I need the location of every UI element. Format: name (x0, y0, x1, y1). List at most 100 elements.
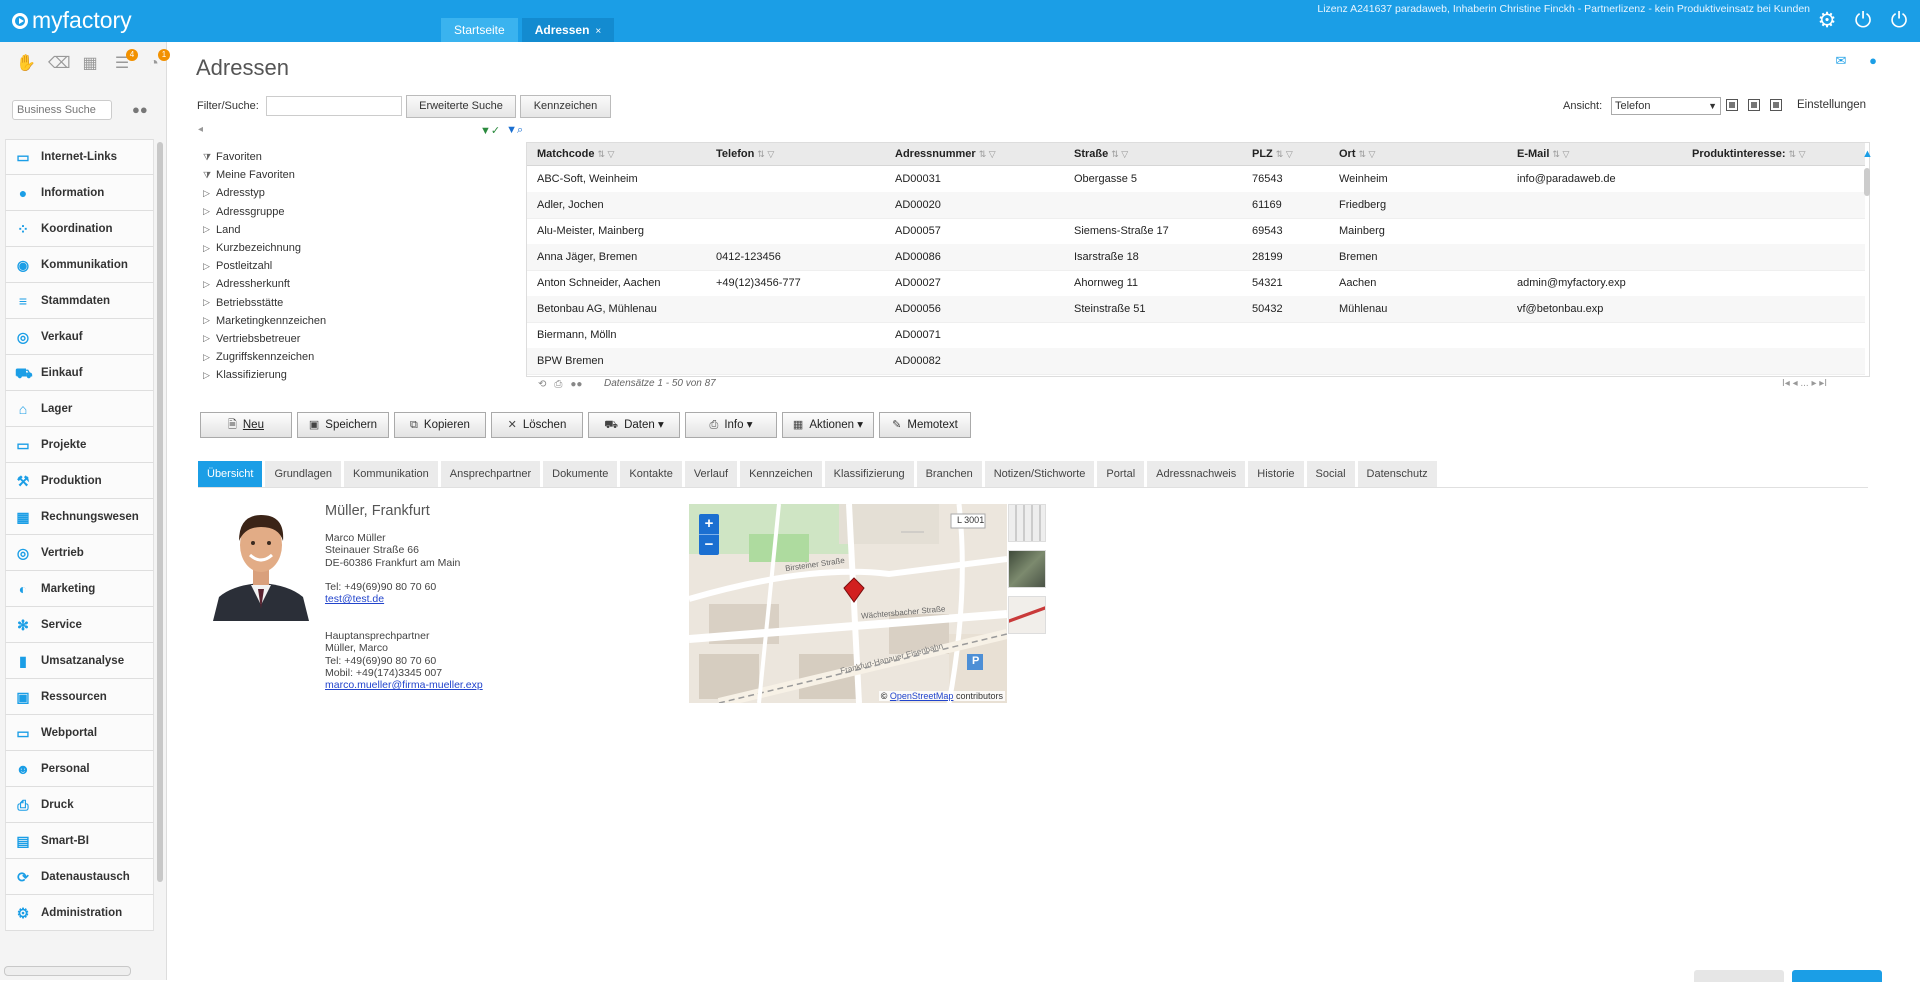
options-icon[interactable]: ●● (570, 379, 582, 390)
sidebar-scrollbar[interactable] (157, 142, 163, 882)
contact-email-link[interactable]: marco.mueller@firma-mueller.exp (325, 679, 483, 691)
tab-kontakte[interactable]: Kontakte (620, 461, 682, 487)
column-header-telefon[interactable]: Telefon ⇅ ▽ (716, 143, 774, 165)
logo[interactable]: myfactory (12, 7, 132, 34)
sidebar-horizontal-scrollbar[interactable] (4, 966, 131, 976)
tree-item-klassifizierung[interactable]: ▷ Klassifizierung (203, 366, 326, 384)
power-icon[interactable]: ⏻ (1852, 10, 1874, 32)
tab-klassifizierung[interactable]: Klassifizierung (824, 461, 914, 487)
collapse-tree-icon[interactable]: ◂ (198, 124, 203, 135)
sort-filter-icon[interactable]: ⇅ ▽ (979, 149, 996, 159)
tree-item-adressherkunft[interactable]: ▷ Adressherkunft (203, 275, 326, 293)
sort-filter-icon[interactable]: ⇅ ▽ (1789, 149, 1806, 159)
tab-dokumente[interactable]: Dokumente (543, 461, 618, 487)
tab-datenschutz[interactable]: Datenschutz (1357, 461, 1437, 487)
sidebar-item-internet-links[interactable]: ▭ Internet-Links (5, 139, 154, 175)
power-alt-icon[interactable]: ⏻ (1888, 10, 1910, 32)
copy-button[interactable]: ⧉ Kopieren (394, 412, 486, 438)
table-row[interactable]: Anna Jäger, Bremen 0412-123456 AD00086 Isar… (527, 244, 1865, 271)
calendar-icon[interactable]: ▦ (80, 54, 100, 74)
sidebar-item-datenaustausch[interactable]: ⟳ Datenaustausch (5, 859, 154, 895)
sidebar-item-kommunikation[interactable]: ◉ Kommunikation (5, 247, 154, 283)
column-header-produktinteresse[interactable]: Produktinteresse: ⇅ ▽ (1692, 143, 1806, 165)
view-single-icon[interactable] (1726, 99, 1738, 111)
tab-kommunikation[interactable]: Kommunikation (343, 461, 438, 487)
refresh-icon[interactable]: ⟲ (538, 379, 546, 390)
sidebar-item-webportal[interactable]: ▭ Webportal (5, 715, 154, 751)
osm-link[interactable]: OpenStreetMap (890, 691, 954, 701)
sidebar-item-smart-bi[interactable]: ▤ Smart-BI (5, 823, 154, 859)
tab-verlauf[interactable]: Verlauf (684, 461, 738, 487)
mail-icon[interactable]: ✉ (1834, 54, 1848, 68)
pager[interactable]: I◂ ◂ ... ▸ ▸I (1782, 378, 1827, 389)
gear-icon[interactable]: ⚙ (1816, 10, 1838, 32)
sidebar-item-marketing[interactable]: ◐ Marketing (5, 571, 154, 607)
tab-grundlagen[interactable]: Grundlagen (265, 461, 341, 487)
email-link[interactable]: test@test.de (325, 593, 436, 605)
sidebar-item-lager[interactable]: ⌂ Lager (5, 391, 154, 427)
tree-item-kurzbezeichnung[interactable]: ▷ Kurzbezeichnung (203, 239, 326, 257)
sidebar-item-produktion[interactable]: ⚒ Produktion (5, 463, 154, 499)
column-chooser-icon[interactable]: ▲ (1862, 143, 1873, 165)
table-row[interactable]: BPW Bremen AD00082 (527, 348, 1865, 375)
column-header-adressnummer[interactable]: Adressnummer ⇅ ▽ (895, 143, 996, 165)
sidebar-item-projekte[interactable]: ▭ Projekte (5, 427, 154, 463)
tree-item-betriebsstaette[interactable]: ▷ Betriebsstätte (203, 294, 326, 312)
zoom-in-button[interactable]: + (699, 514, 719, 535)
sort-filter-icon[interactable]: ⇅ ▽ (597, 149, 614, 159)
alerts-icon[interactable]: ◔ 1 (144, 49, 170, 74)
tree-item-adressgruppe[interactable]: ▷ Adressgruppe (203, 203, 326, 221)
location-map[interactable]: L 3001 Birsteiner Straße Wächtersbacher … (689, 504, 1007, 703)
sidebar-item-koordination[interactable]: ⁘ Koordination (5, 211, 154, 247)
sidebar-item-information[interactable]: ● Information (5, 175, 154, 211)
tab-kennzeichen[interactable]: Kennzeichen (740, 461, 822, 487)
map-thumb-satellite[interactable] (1008, 550, 1046, 588)
column-header-strasse[interactable]: Straße ⇅ ▽ (1074, 143, 1128, 165)
tab-adressen[interactable]: Adressen × (521, 18, 615, 42)
tab-adressnachweis[interactable]: Adressnachweis (1147, 461, 1246, 487)
view-split-icon[interactable] (1748, 99, 1760, 111)
sidebar-item-druck[interactable]: ⎙ Druck (5, 787, 154, 823)
sort-filter-icon[interactable]: ⇅ ▽ (1552, 149, 1569, 159)
table-row[interactable]: Betonbau AG, Mühlenau AD00056 Steinstraße … (527, 296, 1865, 323)
actions-menu-button[interactable]: ▦ Aktionen ▾ (782, 412, 874, 438)
map-thumb-hybrid[interactable] (1008, 596, 1046, 634)
tree-item-meine-favoriten[interactable]: ⧩ Meine Favoriten (203, 166, 326, 184)
tab-uebersicht[interactable]: Übersicht (198, 461, 263, 487)
sort-filter-icon[interactable]: ⇅ ▽ (1359, 149, 1376, 159)
tree-item-zugriffskennzeichen[interactable]: ▷ Zugriffskennzeichen (203, 348, 326, 366)
tree-item-marketingkennzeichen[interactable]: ▷ Marketingkennzeichen (203, 312, 326, 330)
filter-check-icon[interactable]: ▼✓ (480, 124, 500, 137)
print-icon[interactable]: ⎙ (554, 379, 562, 390)
view-select[interactable]: Telefon ▼ (1611, 97, 1721, 115)
tab-startseite[interactable]: Startseite (441, 18, 518, 42)
tree-item-favoriten[interactable]: ⧩ Favoriten (203, 148, 326, 166)
sidebar-item-stammdaten[interactable]: ≡ Stammdaten (5, 283, 154, 319)
view-detail-icon[interactable] (1770, 99, 1782, 111)
help-icon[interactable]: ● (1866, 54, 1880, 68)
close-tab-icon[interactable]: × (595, 26, 601, 37)
sort-filter-icon[interactable]: ⇅ ▽ (757, 149, 774, 159)
column-header-email[interactable]: E-Mail ⇅ ▽ (1517, 143, 1569, 165)
table-row[interactable]: Alu-Meister, Mainberg AD00057 Siemens-Stra… (527, 218, 1865, 245)
tree-item-vertriebsbetreuer[interactable]: ▷ Vertriebsbetreuer (203, 330, 326, 348)
tasks-icon[interactable]: ☰ 4 (112, 49, 138, 74)
sidebar-item-vertrieb[interactable]: ◎ Vertrieb (5, 535, 154, 571)
table-row[interactable]: Biermann, Mölln AD00071 (527, 322, 1865, 349)
table-row[interactable]: Anton Schneider, Aachen +49(12)3456-777 AD… (527, 270, 1865, 297)
sidebar-item-verkauf[interactable]: ◎ Verkauf (5, 319, 154, 355)
column-header-plz[interactable]: PLZ ⇅ ▽ (1252, 143, 1293, 165)
filter-search-icon[interactable]: ▼⌕ (506, 124, 523, 137)
sidebar-item-umsatzanalyse[interactable]: ▮ Umsatzanalyse (5, 643, 154, 679)
tab-historie[interactable]: Historie (1248, 461, 1304, 487)
sidebar-item-administration[interactable]: ⚙ Administration (5, 895, 154, 931)
new-button[interactable]: 🗎 Neu (200, 412, 292, 438)
extended-search-button[interactable]: Erweiterte Suche (406, 95, 516, 118)
eraser-icon[interactable]: ⌫ (48, 54, 71, 74)
hand-icon[interactable]: ✋ (16, 54, 36, 74)
tree-item-land[interactable]: ▷ Land (203, 221, 326, 239)
tree-item-adresstyp[interactable]: ▷ Adresstyp (203, 184, 326, 202)
info-menu-button[interactable]: ⎙ Info ▾ (685, 412, 777, 438)
sidebar-item-rechnungswesen[interactable]: ▦ Rechnungswesen (5, 499, 154, 535)
map-thumb-street[interactable] (1008, 504, 1046, 542)
